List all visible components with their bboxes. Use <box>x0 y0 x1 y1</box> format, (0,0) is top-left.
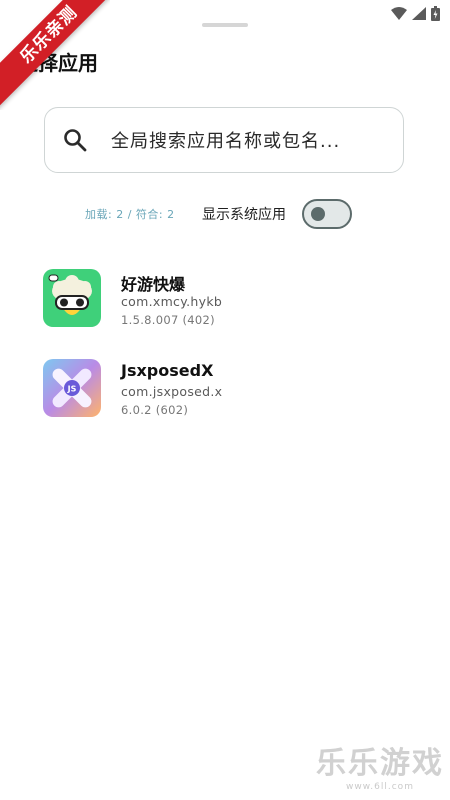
load-count-text: 加载: 2 / 符合: 2 <box>85 208 175 221</box>
watermark-url: www.6ll.com <box>346 782 414 792</box>
svg-text:JS: JS <box>67 385 77 394</box>
app-name: JsxposedX <box>121 361 214 380</box>
watermark-title: 乐乐游戏 <box>316 746 444 781</box>
search-icon[interactable] <box>62 127 88 153</box>
search-input[interactable] <box>109 108 393 174</box>
search-box[interactable] <box>44 107 404 174</box>
status-icons <box>391 6 440 21</box>
show-system-apps-toggle[interactable] <box>302 199 352 229</box>
app-version: 6.0.2 (602) <box>121 403 189 417</box>
show-system-apps-label: 显示系统应用 <box>202 207 286 223</box>
app-list: 好游快爆 com.xmcy.hykb 1.5.8.007 (402) JS Js… <box>0 265 450 445</box>
haoyou-app-icon <box>43 269 101 327</box>
ribbon-text: 乐乐亲测 <box>0 0 110 110</box>
battery-icon <box>431 6 440 21</box>
app-package: com.xmcy.hykb <box>121 294 223 309</box>
list-item[interactable]: 好游快爆 com.xmcy.hykb 1.5.8.007 (402) <box>0 265 450 355</box>
site-watermark: 乐乐游戏 www.6ll.com <box>316 738 444 792</box>
jsxposedx-app-icon: JS <box>43 359 101 417</box>
cellular-signal-icon <box>412 7 426 20</box>
drag-handle[interactable] <box>202 23 248 27</box>
toggle-knob[interactable] <box>311 207 325 221</box>
corner-ribbon: 乐乐亲测 <box>0 0 110 110</box>
list-item[interactable]: JS JsxposedX com.jsxposed.x 6.0.2 (602) <box>0 355 450 445</box>
app-name: 好游快爆 <box>121 275 186 294</box>
filter-row: 加载: 2 / 符合: 2 显示系统应用 <box>0 199 450 229</box>
app-package: com.jsxposed.x <box>121 384 223 399</box>
wifi-icon <box>391 7 407 20</box>
app-version: 1.5.8.007 (402) <box>121 313 215 327</box>
